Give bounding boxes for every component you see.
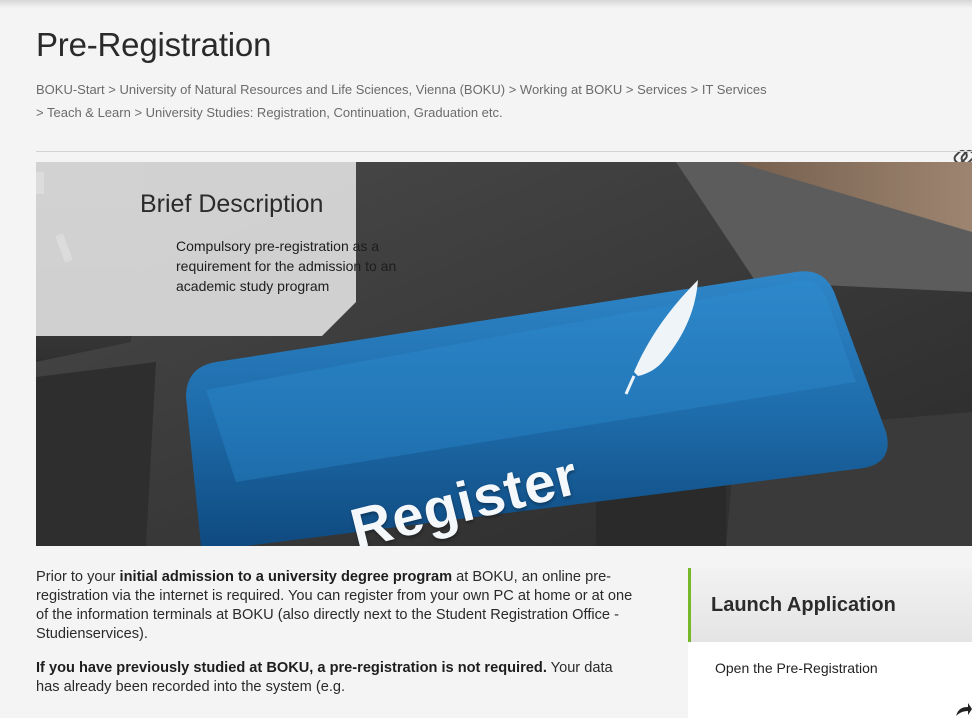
brief-description-text: Compulsory pre-registration as a require… [176, 238, 397, 294]
brief-description-title: Brief Description [140, 190, 324, 218]
breadcrumb-item-boku-start[interactable]: BOKU-Start [36, 82, 105, 97]
breadcrumb-separator: > [625, 82, 634, 97]
breadcrumb-item-studies[interactable]: University Studies: Registration, Contin… [146, 105, 503, 120]
breadcrumb-separator: > [690, 82, 699, 97]
breadcrumb-item-working[interactable]: Working at BOKU [520, 82, 622, 97]
launch-application-header: Launch Application [688, 568, 972, 642]
arrow-icon[interactable] [952, 698, 972, 718]
breadcrumb-separator: > [108, 82, 116, 97]
launch-application-title: Launch Application [711, 594, 896, 616]
main-content: Prior to your initial admission to a uni… [36, 568, 636, 712]
hero-image: Register [36, 162, 972, 546]
top-shadow [0, 0, 972, 8]
launch-application-panel: Launch Application Open the Pre-Registra… [688, 568, 972, 718]
breadcrumb-item-services[interactable]: Services [637, 82, 687, 97]
open-pre-registration-link[interactable]: Open the Pre-Registration [715, 660, 878, 676]
page-title: Pre-Registration [36, 26, 272, 63]
paragraph-intro: Prior to your initial admission to a uni… [36, 569, 633, 642]
breadcrumb: BOKU-Start > University of Natural Resou… [36, 78, 936, 124]
breadcrumb-separator: > [36, 105, 44, 120]
paragraph-previous-students: If you have previously studied at BOKU, … [36, 660, 613, 695]
breadcrumb-separator: > [508, 82, 517, 97]
breadcrumb-item-teach-learn[interactable]: Teach & Learn [47, 105, 131, 120]
breadcrumb-separator: > [134, 105, 143, 120]
breadcrumb-item-it-services[interactable]: IT Services [702, 82, 767, 97]
title-divider [36, 151, 972, 152]
breadcrumb-item-boku[interactable]: University of Natural Resources and Life… [119, 82, 505, 97]
